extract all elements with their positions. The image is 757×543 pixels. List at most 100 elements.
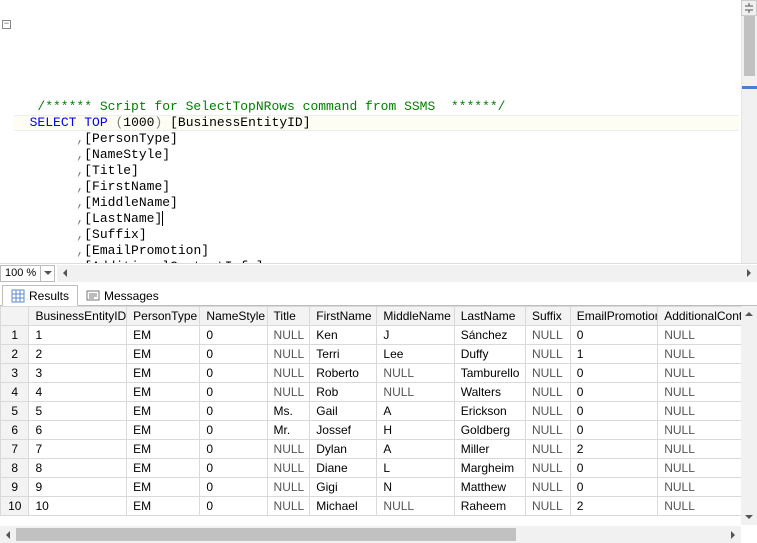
scrollbar-thumb[interactable] [16, 528, 516, 541]
scroll-right-button[interactable] [725, 526, 741, 543]
cell[interactable]: Dylan [310, 440, 377, 459]
cell[interactable]: Erickson [454, 402, 525, 421]
cell[interactable]: A [377, 402, 454, 421]
cell[interactable]: NULL [525, 440, 570, 459]
cell[interactable]: NULL [377, 497, 454, 516]
table-row[interactable]: 88EM0NULLDianeLMargheimNULL0NULL [1, 459, 757, 478]
cell[interactable]: 4 [29, 383, 127, 402]
scrollbar-thumb[interactable] [744, 16, 755, 76]
cell[interactable]: 9 [29, 478, 127, 497]
row-number[interactable]: 3 [1, 364, 29, 383]
sql-editor[interactable]: − /****** Script for SelectTopNRows comm… [0, 0, 757, 263]
tab-results[interactable]: Results [2, 285, 78, 306]
outline-collapse-icon[interactable]: − [2, 20, 11, 29]
cell[interactable]: L [377, 459, 454, 478]
cell[interactable]: Ms. [267, 402, 310, 421]
column-header[interactable]: PersonType [127, 307, 200, 326]
split-pane-button[interactable] [741, 0, 757, 16]
cell[interactable]: NULL [525, 402, 570, 421]
table-row[interactable]: 22EM0NULLTerriLeeDuffyNULL1NULL [1, 345, 757, 364]
column-header[interactable]: EmailPromotion [570, 307, 657, 326]
row-header-corner[interactable] [1, 307, 29, 326]
cell[interactable]: 0 [200, 383, 267, 402]
cell[interactable]: 2 [570, 497, 657, 516]
cell[interactable]: 0 [200, 364, 267, 383]
cell[interactable]: 0 [200, 478, 267, 497]
cell[interactable]: 0 [570, 326, 657, 345]
table-row[interactable]: 11EM0NULLKenJSánchezNULL0NULL [1, 326, 757, 345]
scroll-right-button[interactable] [741, 265, 757, 282]
cell[interactable]: NULL [525, 459, 570, 478]
cell[interactable]: NULL [267, 326, 310, 345]
row-number[interactable]: 4 [1, 383, 29, 402]
cell[interactable]: Margheim [454, 459, 525, 478]
cell[interactable]: NULL [525, 421, 570, 440]
cell[interactable]: Jossef [310, 421, 377, 440]
cell[interactable]: Duffy [454, 345, 525, 364]
column-header[interactable]: LastName [454, 307, 525, 326]
grid-vertical-scrollbar[interactable] [741, 306, 757, 525]
cell[interactable]: EM [127, 364, 200, 383]
cell[interactable]: 0 [200, 497, 267, 516]
cell[interactable]: EM [127, 421, 200, 440]
cell[interactable]: Rob [310, 383, 377, 402]
cell[interactable]: H [377, 421, 454, 440]
cell[interactable]: Michael [310, 497, 377, 516]
cell[interactable]: NULL [525, 326, 570, 345]
table-row[interactable]: 99EM0NULLGigiNMatthewNULL0NULL [1, 478, 757, 497]
cell[interactable]: Tamburello [454, 364, 525, 383]
cell[interactable]: 0 [570, 478, 657, 497]
column-header[interactable]: FirstName [310, 307, 377, 326]
editor-horizontal-scrollbar[interactable] [57, 265, 757, 282]
table-row[interactable]: 55EM0Ms.GailAEricksonNULL0NULL [1, 402, 757, 421]
cell[interactable]: Gail [310, 402, 377, 421]
cell[interactable]: Mr. [267, 421, 310, 440]
cell[interactable]: 0 [200, 421, 267, 440]
cell[interactable]: 0 [200, 440, 267, 459]
table-row[interactable]: 44EM0NULLRobNULLWaltersNULL0NULL [1, 383, 757, 402]
zoom-combo[interactable]: 100 % [0, 265, 55, 282]
cell[interactable]: Walters [454, 383, 525, 402]
cell[interactable]: Raheem [454, 497, 525, 516]
cell[interactable]: EM [127, 383, 200, 402]
cell[interactable]: EM [127, 459, 200, 478]
table-row[interactable]: 66EM0Mr.JossefHGoldbergNULL0NULL [1, 421, 757, 440]
row-number[interactable]: 1 [1, 326, 29, 345]
cell[interactable]: NULL [525, 478, 570, 497]
table-row[interactable]: 77EM0NULLDylanAMillerNULL2NULL [1, 440, 757, 459]
cell[interactable]: NULL [267, 345, 310, 364]
cell[interactable]: NULL [525, 383, 570, 402]
cell[interactable]: EM [127, 478, 200, 497]
cell[interactable]: EM [127, 326, 200, 345]
tab-messages[interactable]: Messages [78, 286, 167, 305]
cell[interactable]: 0 [570, 402, 657, 421]
cell[interactable]: Diane [310, 459, 377, 478]
cell[interactable]: NULL [525, 364, 570, 383]
row-number[interactable]: 9 [1, 478, 29, 497]
cell[interactable]: 0 [570, 364, 657, 383]
cell[interactable]: 10 [29, 497, 127, 516]
cell[interactable]: EM [127, 497, 200, 516]
table-row[interactable]: 33EM0NULLRobertoNULLTamburelloNULL0NULL [1, 364, 757, 383]
cell[interactable]: Miller [454, 440, 525, 459]
cell[interactable]: 0 [570, 459, 657, 478]
cell[interactable]: NULL [377, 383, 454, 402]
cell[interactable]: Terri [310, 345, 377, 364]
cell[interactable]: NULL [377, 364, 454, 383]
column-header[interactable]: NameStyle [200, 307, 267, 326]
cell[interactable]: 0 [570, 421, 657, 440]
cell[interactable]: 7 [29, 440, 127, 459]
cell[interactable]: NULL [267, 459, 310, 478]
cell[interactable]: 0 [200, 345, 267, 364]
table-row[interactable]: 1010EM0NULLMichaelNULLRaheemNULL2NULL [1, 497, 757, 516]
cell[interactable]: NULL [525, 345, 570, 364]
cell[interactable]: Gigi [310, 478, 377, 497]
column-header[interactable]: Suffix [525, 307, 570, 326]
cell[interactable]: EM [127, 440, 200, 459]
results-grid[interactable]: BusinessEntityIDPersonTypeNameStyleTitle… [0, 306, 757, 516]
row-number[interactable]: 5 [1, 402, 29, 421]
row-number[interactable]: 2 [1, 345, 29, 364]
row-number[interactable]: 7 [1, 440, 29, 459]
cell[interactable]: Goldberg [454, 421, 525, 440]
cell[interactable]: NULL [267, 364, 310, 383]
